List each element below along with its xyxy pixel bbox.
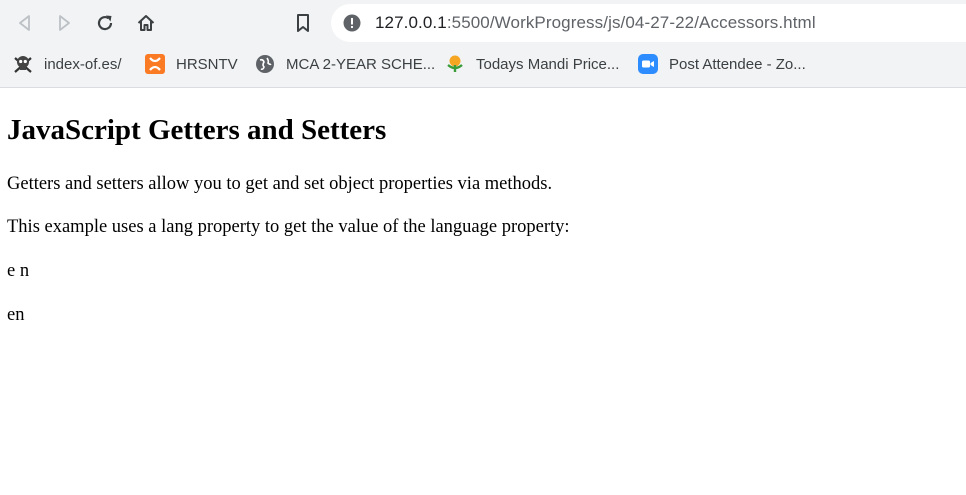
bookmark-label: Todays Mandi Price... (476, 55, 620, 73)
bookmarks-bar: index-of.es/ HRSNTV MCA 2-YEAR SCHE... T… (0, 46, 966, 82)
bookmark-zoom[interactable]: Post Attendee - Zo... (638, 52, 806, 76)
address-bar[interactable]: 127.0.0.1:5500/WorkProgress/js/04-27-22/… (331, 4, 966, 42)
info-icon (343, 14, 361, 32)
bookmark-label: index-of.es/ (44, 55, 122, 73)
skull-icon (13, 54, 33, 74)
forward-arrow-icon (59, 15, 70, 31)
reload-icon (97, 15, 113, 31)
bookmark-label: Post Attendee - Zo... (669, 55, 806, 73)
mandi-icon (445, 54, 465, 74)
bookmark-mca[interactable]: MCA 2-YEAR SCHE... (255, 52, 435, 76)
xampp-icon (145, 54, 165, 74)
zoom-icon (638, 54, 658, 74)
globe-icon (255, 54, 275, 74)
bookmark-hrsntv[interactable]: HRSNTV (145, 52, 238, 76)
back-arrow-icon (19, 15, 30, 31)
bookmark-label: HRSNTV (176, 55, 238, 73)
bookmark-mandi[interactable]: Todays Mandi Price... (445, 52, 619, 76)
url-text[interactable]: 127.0.0.1:5500/WorkProgress/js/04-27-22/… (375, 13, 816, 33)
demo-output-1: e n (7, 261, 30, 281)
browser-chrome: 127.0.0.1:5500/WorkProgress/js/04-27-22/… (0, 0, 966, 88)
page-heading: JavaScript Getters and Setters (7, 114, 387, 146)
forward-button[interactable] (49, 8, 79, 38)
home-icon (137, 15, 155, 31)
bookmark-icon (297, 14, 309, 32)
url-host: 127.0.0.1 (375, 13, 447, 32)
demo-output-2: en (7, 305, 25, 325)
intro-paragraph: Getters and setters allow you to get and… (7, 174, 553, 194)
home-button[interactable] (131, 8, 161, 38)
browser-toolbar: 127.0.0.1:5500/WorkProgress/js/04-27-22/… (0, 0, 966, 46)
reload-button[interactable] (90, 8, 120, 38)
back-button[interactable] (10, 8, 40, 38)
bookmark-index-of[interactable]: index-of.es/ (13, 52, 122, 76)
url-path: :5500/WorkProgress/js/04-27-22/Accessors… (446, 13, 816, 32)
bookmark-button[interactable] (288, 8, 318, 38)
example-paragraph: This example uses a lang property to get… (7, 217, 570, 237)
bookmark-label: MCA 2-YEAR SCHE... (286, 55, 436, 73)
